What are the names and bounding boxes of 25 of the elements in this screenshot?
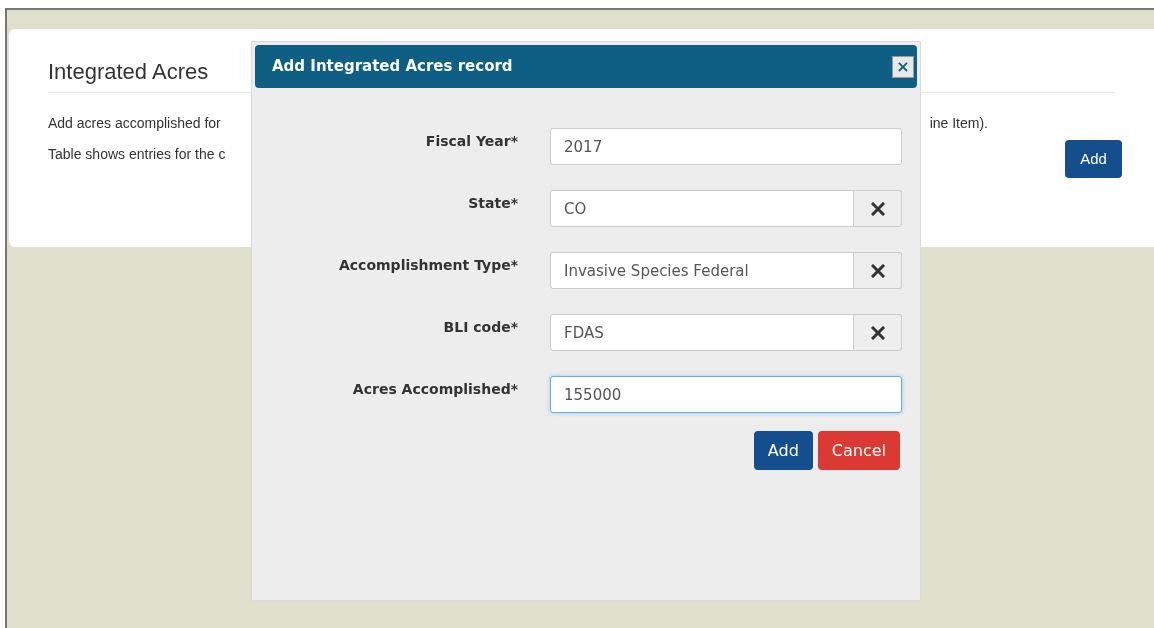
input-field[interactable]: 155000 — [550, 376, 902, 413]
field-label: Fiscal Year* — [424, 132, 519, 151]
dialog-title: Add Integrated Acres record — [272, 56, 513, 78]
input-field[interactable]: CO — [550, 190, 854, 227]
description-text: Table shows entries for the c — [48, 145, 226, 164]
section-title: Integrated Acres — [48, 59, 209, 84]
input-field[interactable]: 2017 — [550, 128, 902, 165]
cancel-button[interactable]: Cancel — [817, 431, 900, 470]
add-button[interactable]: Add — [1065, 140, 1122, 178]
description-text: Add acres accomplished for — [48, 114, 221, 133]
field-label: State* — [467, 194, 519, 213]
field-label: Acres Accomplished* — [351, 380, 519, 399]
clear-button[interactable] — [854, 190, 902, 227]
close-button[interactable]: × — [892, 55, 914, 78]
input-field[interactable]: Invasive Species Federal — [550, 252, 854, 289]
clear-button[interactable] — [854, 252, 902, 289]
description-text: ine Item). — [929, 114, 988, 133]
clear-icon — [870, 201, 885, 216]
clear-icon — [870, 325, 885, 340]
clear-icon — [870, 263, 885, 278]
input-field[interactable]: FDAS — [550, 314, 854, 351]
field-label: BLI code* — [442, 318, 519, 337]
field-label: Accomplishment Type* — [337, 256, 519, 275]
add-button[interactable]: Add — [753, 431, 813, 470]
clear-button[interactable] — [854, 314, 902, 351]
